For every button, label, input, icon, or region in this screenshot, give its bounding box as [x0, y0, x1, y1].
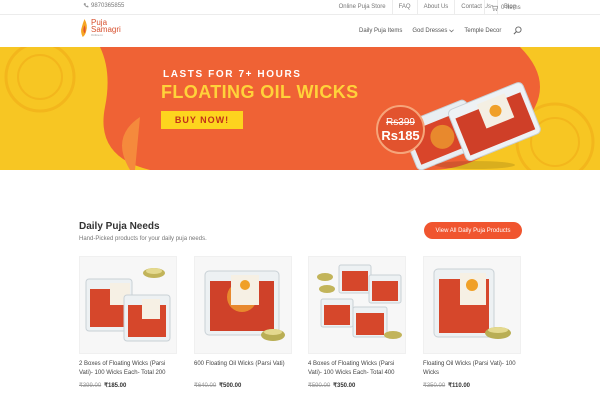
nav-god-dresses-label: God Dresses [412, 28, 448, 34]
nav-god-dresses[interactable]: God Dresses [412, 28, 455, 34]
top-bar: 9870365855 Online Puja Store FAQ About U… [0, 0, 600, 15]
new-price: Rs185 [381, 127, 420, 143]
hero-eyebrow: LASTS FOR 7+ HOURS [163, 69, 302, 80]
product-name[interactable]: 4 Boxes of Floating Wicks (Parsi Vati)- … [308, 360, 406, 378]
phone-number: 9870365855 [91, 2, 125, 9]
product-price-was: ₹590.00 [308, 383, 331, 389]
product-price-now: ₹500.00 [219, 383, 242, 389]
flame-logo-icon [81, 19, 87, 37]
product-card[interactable]: 4 Boxes of Floating Wicks (Parsi Vati)- … [308, 256, 406, 400]
hero-title: FLOATING OIL WICKS [161, 82, 359, 102]
product-image[interactable] [194, 256, 292, 354]
product-price-was: ₹399.00 [79, 383, 102, 389]
logo-text-line3: Online.in [91, 33, 103, 37]
toplink-online-puja-store[interactable]: Online Puja Store [333, 0, 392, 15]
product-photo [204, 270, 285, 341]
search-icon[interactable] [513, 26, 522, 35]
product-photo [433, 268, 511, 339]
toplink-about-us[interactable]: About Us [416, 0, 455, 15]
product-grid: 2 Boxes of Floating Wicks (Parsi Vati)- … [79, 256, 523, 400]
product-price-was: ₹350.00 [423, 383, 446, 389]
product-price-now: ₹350.00 [333, 383, 356, 389]
phone-contact[interactable]: 9870365855 [83, 2, 124, 9]
toplink-faq[interactable]: FAQ [391, 0, 417, 15]
product-image[interactable] [79, 256, 177, 354]
price-badge: Rs399 Rs185 [376, 105, 425, 154]
product-card[interactable]: 2 Boxes of Floating Wicks (Parsi Vati)- … [79, 256, 177, 400]
nav-temple-decor-label: Temple Decor [464, 28, 502, 34]
phone-icon [83, 3, 89, 8]
product-price: ₹640.00 ₹500.00 [194, 382, 241, 389]
section-subtitle: Hand-Picked products for your daily puja… [79, 236, 207, 242]
product-card[interactable]: 600 Floating Oil Wicks (Parsi Vati) ₹640… [194, 256, 292, 400]
product-price-was: ₹640.00 [194, 383, 217, 389]
product-price-now: ₹185.00 [104, 383, 127, 389]
old-price: Rs399 [386, 116, 415, 128]
product-price: ₹399.00 ₹185.00 [79, 382, 126, 389]
product-name[interactable]: Floating Oil Wicks (Parsi Vati)- 100 Wic… [423, 360, 521, 378]
view-all-products-button[interactable]: View All Daily Puja Products [424, 222, 522, 239]
product-card[interactable]: Floating Oil Wicks (Parsi Vati)- 100 Wic… [423, 256, 521, 400]
product-image[interactable] [423, 256, 521, 354]
cart-link[interactable]: 0 Items [484, 0, 521, 15]
product-name[interactable]: 600 Floating Oil Wicks (Parsi Vati) [194, 360, 292, 369]
main-header: Puja Samagri Online.in Daily Puja Items … [0, 15, 600, 47]
section-title: Daily Puja Needs [79, 221, 160, 232]
cart-icon [491, 4, 498, 11]
logo-text-line2: Samagri [91, 25, 121, 34]
nav-temple-decor[interactable]: Temple Decor [464, 28, 501, 34]
product-price: ₹350.00 ₹110.00 [423, 382, 470, 389]
product-price-now: ₹110.00 [448, 383, 471, 389]
buy-now-button[interactable]: BUY NOW! [161, 111, 243, 129]
site-logo[interactable]: Puja Samagri Online.in [80, 18, 121, 38]
nav-daily-puja-items-label: Daily Puja Items [359, 28, 403, 34]
product-photo [317, 264, 402, 339]
product-name[interactable]: 2 Boxes of Floating Wicks (Parsi Vati)- … [79, 360, 177, 378]
product-image[interactable] [308, 256, 406, 354]
chevron-down-icon [449, 29, 455, 33]
product-price: ₹590.00 ₹350.00 [308, 382, 355, 389]
hero-banner[interactable]: LASTS FOR 7+ HOURS FLOATING OIL WICKS BU… [0, 47, 600, 170]
nav-daily-puja-items[interactable]: Daily Puja Items [359, 28, 402, 34]
main-nav: Daily Puja Items God Dresses Temple Deco… [359, 15, 522, 47]
product-photo [85, 268, 171, 342]
cart-count: 0 Items [501, 4, 521, 11]
